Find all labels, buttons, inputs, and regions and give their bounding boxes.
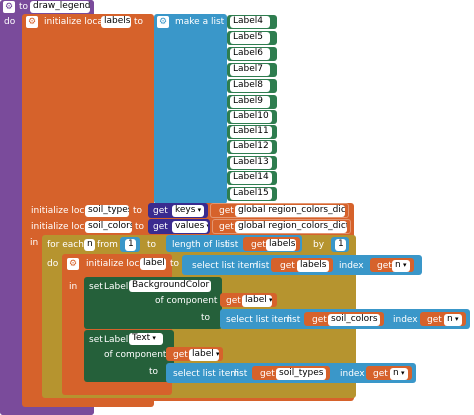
property-dropdown[interactable]: Text xyxy=(129,333,163,345)
loop-var-field[interactable]: n xyxy=(84,239,95,251)
init-local-label: initialize local xyxy=(31,206,93,216)
by-value[interactable]: 1 xyxy=(335,239,346,251)
local-var-field[interactable]: soil_colors xyxy=(85,221,132,233)
list-label: list xyxy=(234,369,248,379)
to-label: to xyxy=(135,222,145,232)
from-label: from xyxy=(97,240,118,250)
get-var-dropdown[interactable]: n xyxy=(390,368,408,380)
get-label: get xyxy=(226,296,241,306)
procedure-do-label: do xyxy=(4,17,16,27)
to-label: to xyxy=(149,367,159,377)
get-label: get xyxy=(427,315,442,325)
get-var-dropdown[interactable]: labels xyxy=(297,260,329,272)
index-label: index xyxy=(340,369,365,379)
get-var-dropdown[interactable]: label xyxy=(242,295,272,307)
to-label: to xyxy=(170,259,180,269)
list-item-label[interactable]: Label4 xyxy=(230,16,270,28)
to-label: to xyxy=(134,17,144,27)
make-list-block[interactable] xyxy=(154,14,227,204)
gear-icon[interactable]: ⚙ xyxy=(26,16,38,28)
get-var-dropdown[interactable]: n xyxy=(392,260,410,272)
local-var-field[interactable]: labels xyxy=(101,16,131,28)
component-label: Label. xyxy=(104,335,132,345)
get-label: get xyxy=(373,369,388,379)
get-label: get xyxy=(251,240,266,250)
from-value[interactable]: 1 xyxy=(125,239,136,251)
init-local-label: initialize local xyxy=(31,222,93,232)
list-item-label[interactable]: Label15 xyxy=(230,188,272,200)
gear-icon[interactable]: ⚙ xyxy=(3,1,15,13)
init-local-label: initialize local xyxy=(44,17,106,27)
of-component-label: of component xyxy=(155,296,218,306)
get-var-dropdown[interactable]: label xyxy=(189,349,219,361)
in-label: in xyxy=(69,282,78,292)
component-label: Label. xyxy=(104,282,132,292)
get-label: get xyxy=(219,222,234,232)
make-list-label: make a list xyxy=(175,17,225,27)
for-each-label: for each xyxy=(47,240,84,250)
list-item-label[interactable]: Label6 xyxy=(230,48,270,60)
procedure-to-label: to xyxy=(19,2,29,12)
list-item-label[interactable]: Label9 xyxy=(230,96,270,108)
get-label: get xyxy=(280,261,295,271)
list-item-label[interactable]: Label13 xyxy=(230,157,272,169)
gear-icon[interactable]: ⚙ xyxy=(67,258,79,270)
get-var-dropdown[interactable]: n xyxy=(444,314,462,326)
select-label: select list item xyxy=(192,261,259,271)
get-label: get xyxy=(312,315,327,325)
list-item-label[interactable]: Label8 xyxy=(230,80,270,92)
procedure-name-field[interactable]: draw_legend xyxy=(30,1,90,13)
do-label: do xyxy=(47,259,59,269)
values-dropdown[interactable]: values xyxy=(172,221,208,233)
get-label: get xyxy=(153,206,168,216)
list-item-label[interactable]: Label10 xyxy=(230,111,272,123)
to-label: to xyxy=(133,206,143,216)
get-var-dropdown[interactable]: soil_colors xyxy=(328,314,380,326)
in-label: in xyxy=(30,238,39,248)
list-label: list xyxy=(256,261,270,271)
get-label: get xyxy=(260,369,275,379)
global-var-dropdown[interactable]: global region_colors_dict xyxy=(235,221,347,233)
list-label: list xyxy=(287,315,301,325)
local-var-field[interactable]: label xyxy=(140,258,166,270)
select-label: select list item xyxy=(173,369,240,379)
list-item-label[interactable]: Label11 xyxy=(230,126,272,138)
gear-icon[interactable]: ⚙ xyxy=(157,16,169,28)
index-label: index xyxy=(339,261,364,271)
init-local-label: initialize local xyxy=(86,259,148,269)
set-label: set xyxy=(89,282,103,292)
list-label: list xyxy=(225,240,239,250)
to-label: to xyxy=(147,240,157,250)
of-component-label: of component xyxy=(104,350,167,360)
keys-dropdown[interactable]: keys xyxy=(172,205,204,217)
get-label: get xyxy=(377,261,392,271)
list-item-label[interactable]: Label7 xyxy=(230,64,270,76)
property-dropdown[interactable]: BackgroundColor xyxy=(129,280,211,292)
by-label: by xyxy=(313,240,325,250)
index-label: index xyxy=(393,315,418,325)
list-item-label[interactable]: Label14 xyxy=(230,172,272,184)
global-var-dropdown[interactable]: global region_colors_dict xyxy=(235,205,345,217)
set-label: set xyxy=(89,335,103,345)
get-label: get xyxy=(219,206,234,216)
select-label: select list item xyxy=(226,315,293,325)
list-item-label[interactable]: Label12 xyxy=(230,141,272,153)
to-label: to xyxy=(201,313,211,323)
list-item-label[interactable]: Label5 xyxy=(230,32,270,44)
get-var-dropdown[interactable]: labels xyxy=(266,239,296,251)
get-label: get xyxy=(173,350,188,360)
local-var-field[interactable]: soil_types xyxy=(85,205,129,217)
get-var-dropdown[interactable]: soil_types xyxy=(276,368,326,380)
get-label: get xyxy=(153,222,168,232)
length-label: length of list xyxy=(172,240,229,250)
